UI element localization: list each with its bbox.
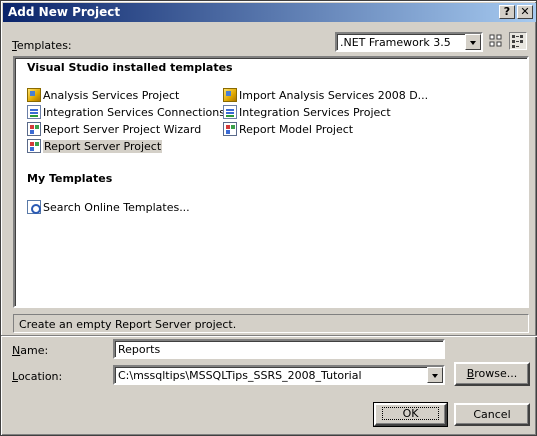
template-analysis-services-project[interactable]: Analysis Services Project: [27, 87, 179, 103]
template-import-analysis-services[interactable]: Import Analysis Services 2008 D...: [223, 87, 428, 103]
integration-package-icon: [27, 105, 41, 119]
ok-button[interactable]: OK: [373, 402, 448, 427]
help-button[interactable]: ?: [499, 5, 515, 19]
template-report-model-project[interactable]: Report Model Project: [223, 121, 353, 137]
template-integration-services-project[interactable]: Integration Services Project: [223, 104, 391, 120]
template-report-server-project-wizard[interactable]: Report Server Project Wizard: [27, 121, 201, 137]
name-label: Name:: [12, 344, 49, 357]
report-wizard-icon: [27, 122, 41, 136]
cancel-button[interactable]: Cancel: [454, 403, 530, 426]
search-online-icon: [27, 200, 41, 214]
integration-package-icon: [223, 105, 237, 119]
dialog-title: Add New Project: [8, 5, 121, 19]
location-value: C:\mssqltips\MSSQLTips_SSRS_2008_Tutoria…: [118, 369, 362, 382]
template-report-server-project[interactable]: Report Server Project: [27, 138, 163, 154]
location-label: Location:: [12, 370, 63, 383]
name-input[interactable]: Reports: [113, 339, 445, 359]
large-icons-view-button[interactable]: [487, 32, 505, 50]
chevron-down-icon: [465, 34, 481, 50]
chevron-down-icon: [427, 367, 443, 383]
close-button[interactable]: ✕: [517, 5, 533, 19]
small-icons-icon: [512, 35, 523, 48]
large-icons-icon: [489, 34, 502, 47]
framework-select[interactable]: .NET Framework 3.5: [335, 32, 483, 52]
templates-label: Templates:: [12, 39, 72, 52]
template-description: Create an empty Report Server project.: [13, 314, 529, 333]
installed-templates-heading: Visual Studio installed templates: [27, 61, 233, 74]
templates-list[interactable]: Visual Studio installed templates Analys…: [13, 56, 529, 308]
analysis-cube-icon: [27, 88, 41, 102]
small-icons-view-button[interactable]: [509, 32, 527, 50]
my-templates-heading: My Templates: [27, 172, 113, 185]
title-bar[interactable]: Add New Project ? ✕: [3, 3, 536, 22]
browse-button[interactable]: Browse...: [454, 362, 530, 386]
location-combo[interactable]: C:\mssqltips\MSSQLTips_SSRS_2008_Tutoria…: [113, 365, 445, 385]
template-search-online[interactable]: Search Online Templates...: [27, 199, 190, 215]
framework-select-value: .NET Framework 3.5: [340, 36, 451, 49]
report-project-icon: [27, 139, 41, 153]
divider: [1, 335, 537, 337]
template-integration-services-connections[interactable]: Integration Services Connections...: [27, 104, 235, 120]
add-new-project-dialog: Add New Project ? ✕ Templates: .NET Fram…: [0, 0, 537, 436]
report-model-icon: [223, 122, 237, 136]
analysis-cube-icon: [223, 88, 237, 102]
